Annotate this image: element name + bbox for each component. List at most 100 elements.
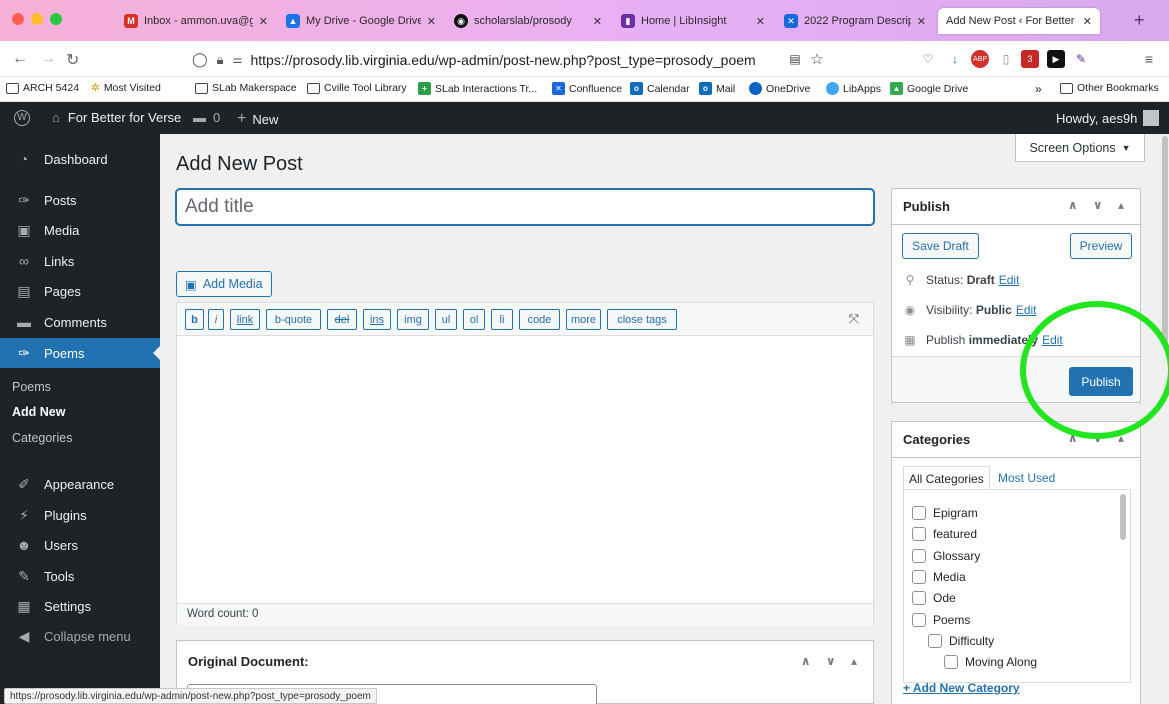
tab-gmail[interactable]: M Inbox - ammon.uva@gm ✕ — [116, 8, 276, 34]
preview-button[interactable]: Preview — [1070, 233, 1132, 259]
tab-github[interactable]: ◉ scholarslab/prosody ✕ — [446, 8, 610, 34]
publish-box-header[interactable]: Publish ∧ ∨ ▴ — [892, 189, 1140, 225]
new-tab-button[interactable]: + — [1134, 10, 1145, 31]
qt-italic-button[interactable]: i — [208, 309, 224, 330]
play-extension-icon[interactable]: ▶ — [1047, 50, 1065, 68]
permissions-icon[interactable]: ⚌ — [233, 53, 243, 66]
category-featured[interactable]: featured — [912, 527, 977, 541]
qt-close-tags-button[interactable]: close tags — [607, 309, 677, 330]
bookmark-arch5424[interactable]: ARCH 5424 — [6, 82, 79, 94]
sidebar-item-tools[interactable]: ✎ Tools — [0, 561, 160, 591]
tracking-shield-icon[interactable]: ◯ — [192, 51, 208, 68]
qt-ins-button[interactable]: ins — [363, 309, 391, 330]
tab-confluence[interactable]: ✕ 2022 Program Descripti ✕ — [776, 8, 934, 34]
zoom-window-button[interactable] — [50, 13, 62, 25]
post-title-input[interactable]: Add title — [176, 189, 874, 225]
bookmark-calendar[interactable]: o Calendar — [630, 82, 690, 95]
menu-icon[interactable]: ≡ — [1140, 50, 1158, 68]
reader-view-icon[interactable]: ▤ — [786, 50, 804, 68]
extension-badge-icon[interactable]: 3 — [1021, 50, 1039, 68]
qt-ul-button[interactable]: ul — [435, 309, 457, 330]
qt-more-button[interactable]: more — [566, 309, 601, 330]
bookmark-confluence[interactable]: ✕ Confluence — [552, 82, 622, 95]
sidebar-item-settings[interactable]: ▦ Settings — [0, 591, 160, 621]
sidebar-item-pages[interactable]: ▤ Pages — [0, 276, 160, 306]
qt-del-button[interactable]: del — [327, 309, 357, 330]
qt-bold-button[interactable]: b — [185, 309, 204, 330]
category-ode[interactable]: Ode — [912, 591, 956, 605]
category-epigram[interactable]: Epigram — [912, 506, 978, 520]
checkbox[interactable] — [912, 527, 926, 541]
back-icon[interactable]: ← — [12, 50, 28, 68]
site-name-link[interactable]: ⌂ For Better for Verse — [52, 110, 181, 125]
sidebar-item-users[interactable]: ☻ Users — [0, 530, 160, 560]
qt-link-button[interactable]: link — [230, 309, 260, 330]
category-media[interactable]: Media — [912, 570, 966, 584]
category-difficulty[interactable]: Difficulty — [928, 634, 994, 648]
submenu-poems[interactable]: Poems — [0, 375, 160, 399]
qt-img-button[interactable]: img — [397, 309, 429, 330]
submenu-categories[interactable]: Categories — [0, 426, 160, 450]
bookmark-libapps[interactable]: LibApps — [826, 82, 881, 95]
lock-icon[interactable]: 🔒︎ — [217, 52, 224, 68]
qt-code-button[interactable]: code — [519, 309, 560, 330]
sidebar-item-comments[interactable]: ▬ Comments — [0, 307, 160, 337]
box-controls-icon[interactable]: ∧ ∨ ▴ — [1068, 198, 1130, 212]
qt-li-button[interactable]: li — [491, 309, 513, 330]
bookmark-most-visited[interactable]: ✲ Most Visited — [91, 82, 161, 94]
more-bookmarks-chevron[interactable]: » — [1035, 82, 1042, 96]
minimize-window-button[interactable] — [31, 13, 43, 25]
bookmark-google-drive[interactable]: ▲ Google Drive — [890, 82, 968, 95]
content-textarea[interactable] — [177, 336, 873, 603]
reload-icon[interactable]: ↻ — [66, 50, 79, 70]
document-icon[interactable]: ▯ — [997, 50, 1015, 68]
box-controls-icon[interactable]: ∧ ∨ ▴ — [801, 654, 863, 668]
eyedropper-icon[interactable]: ✎ — [1072, 50, 1090, 68]
bookmark-slab-makerspace[interactable]: SLab Makerspace — [195, 82, 297, 94]
sidebar-item-poems[interactable]: ✑ Poems — [0, 338, 160, 368]
sidebar-item-posts[interactable]: ✑ Posts — [0, 185, 160, 215]
checkbox[interactable] — [912, 506, 926, 520]
screen-options-button[interactable]: Screen Options ▼ — [1015, 134, 1145, 162]
comments-link[interactable]: ▬ 0 — [193, 110, 220, 125]
account-menu[interactable]: Howdy, aes9h — [1056, 110, 1160, 126]
sidebar-item-links[interactable]: ∞ Links — [0, 246, 160, 276]
close-tab-icon[interactable]: ✕ — [259, 15, 268, 28]
tab-libinsight[interactable]: ▮ Home | LibInsight ✕ — [613, 8, 773, 34]
url-bar[interactable]: ◯ 🔒︎ ⚌ https://prosody.lib.virginia.edu/… — [184, 46, 819, 73]
qt-ol-button[interactable]: ol — [463, 309, 485, 330]
tab-google-drive[interactable]: ▲ My Drive - Google Drive ✕ — [278, 8, 444, 34]
tab-add-new-post[interactable]: Add New Post ‹ For Better fo ✕ — [938, 8, 1100, 34]
close-tab-icon[interactable]: ✕ — [1083, 15, 1092, 28]
bookmark-slab-interactions[interactable]: + SLab Interactions Tr... — [418, 82, 537, 95]
forward-icon[interactable]: → — [40, 50, 56, 68]
collapse-menu-button[interactable]: ◀ Collapse menu — [0, 621, 160, 651]
fullscreen-icon[interactable]: ⤧ — [849, 311, 859, 327]
close-window-button[interactable] — [12, 13, 24, 25]
close-tab-icon[interactable]: ✕ — [756, 15, 765, 28]
save-draft-button[interactable]: Save Draft — [902, 233, 979, 259]
sidebar-item-dashboard[interactable]: ◔ Dashboard — [0, 144, 160, 174]
checkbox[interactable] — [912, 570, 926, 584]
bookmark-star-icon[interactable]: ☆ — [808, 50, 826, 68]
category-moving-along[interactable]: Moving Along — [944, 655, 1037, 669]
bookmark-other[interactable]: Other Bookmarks — [1060, 82, 1159, 94]
sidebar-item-media[interactable]: ▣ Media — [0, 215, 160, 245]
downloads-icon[interactable]: ↓ — [946, 50, 964, 68]
close-tab-icon[interactable]: ✕ — [917, 15, 926, 28]
original-document-header[interactable]: Original Document: ∧ ∨ ▴ — [177, 641, 873, 681]
checkbox[interactable] — [944, 655, 958, 669]
pocket-icon[interactable]: ♡ — [919, 50, 937, 68]
sidebar-item-plugins[interactable]: ⚡︎ Plugins — [0, 500, 160, 530]
sidebar-item-appearance[interactable]: ✐ Appearance — [0, 469, 160, 499]
tab-most-used[interactable]: Most Used — [998, 466, 1055, 490]
wordpress-logo-icon[interactable]: W — [14, 110, 30, 126]
close-tab-icon[interactable]: ✕ — [427, 15, 436, 28]
new-content-link[interactable]: + New — [237, 110, 278, 128]
bookmark-cville-tool-library[interactable]: Cville Tool Library — [307, 82, 407, 94]
edit-status-link[interactable]: Edit — [999, 273, 1020, 287]
category-poems[interactable]: Poems — [912, 613, 970, 627]
bookmark-mail[interactable]: o Mail — [699, 82, 735, 95]
qt-bquote-button[interactable]: b-quote — [266, 309, 321, 330]
add-new-category-link[interactable]: + Add New Category — [903, 681, 1020, 695]
